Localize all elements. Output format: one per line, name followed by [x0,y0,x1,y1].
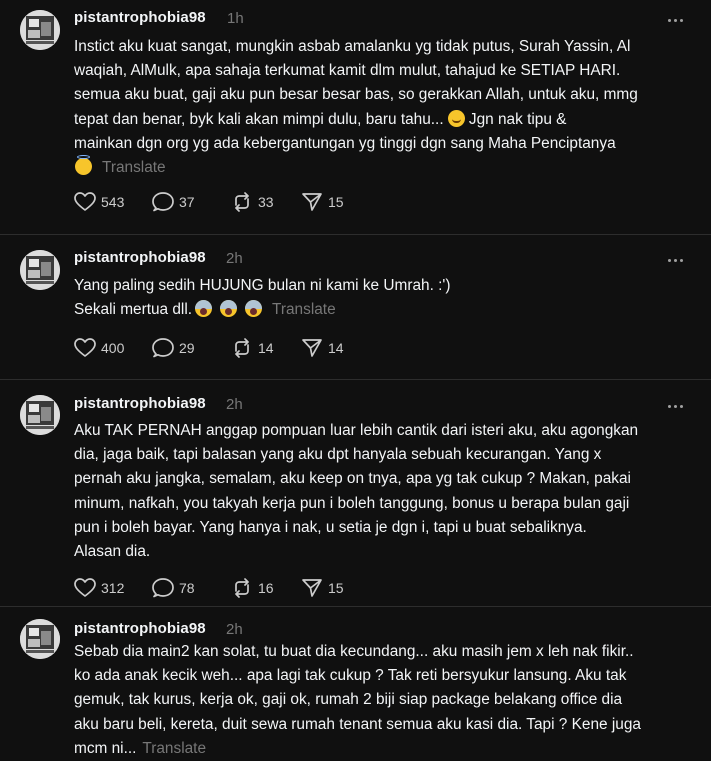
screaming-face-emoji [245,300,263,318]
reply-count: 29 [179,340,195,356]
post-text-line: Aku TAK PERNAH anggap pompuan luar lebih… [74,422,639,439]
username[interactable]: pistantrophobia98 [74,249,206,266]
timestamp: 1h [227,10,244,27]
repost-button[interactable]: 33 [231,192,301,212]
paper-plane-icon [302,193,322,211]
repost-count: 16 [258,580,274,596]
post-text-segment: Jgn nak tipu & [468,110,567,128]
post-text-line: aku baru beli, kereta, duit sewa rumah t… [74,715,641,733]
timestamp: 2h [226,250,243,267]
repost-button[interactable]: 16 [231,578,301,598]
heart-icon [74,578,96,597]
post-text-line: mainkan dgn org yg ada kebergantungan yg… [74,134,616,152]
post-text-line: Yang paling sedih HUJUNG bulan ni kami k… [74,277,451,294]
screaming-face-emoji [195,300,213,318]
translate-link[interactable]: Translate [272,301,336,318]
share-button[interactable]: 15 [301,578,361,598]
paper-plane-icon [302,579,322,597]
reply-button[interactable]: 37 [152,192,231,212]
post-text-segment: Sekali mertua dll. [74,301,193,319]
post-divider [0,606,711,607]
post-body: Instict aku kuat sangat, mungkin asbab a… [74,35,689,180]
paper-plane-icon [302,339,322,357]
post-text-line: Sebab dia main2 kan solat, tu buat dia k… [74,643,634,660]
reply-button[interactable]: 78 [152,578,231,598]
more-options-button[interactable] [660,250,690,270]
repost-arrows-icon [235,338,249,358]
post-text-line: tepat dan benar, byk kali akan mimpi dul… [74,108,689,132]
repost-count: 14 [258,340,274,356]
post-divider [0,379,711,380]
post-text-line: pernah aku jangka, semalam, aku keep on … [74,470,631,488]
post-divider [0,234,711,235]
avatar[interactable] [20,619,60,659]
more-dots-icon [667,18,671,22]
comment-bubble-icon [152,192,174,212]
halo-face-emoji [75,155,92,176]
like-count: 400 [101,340,125,356]
translate-link[interactable]: Translate [142,740,206,757]
post-text-line: dia, jaga baik, tapi balasan yang aku dp… [74,446,602,464]
post-text-line: waqiah, AlMulk, apa sahaja terkumat kami… [74,62,621,80]
screaming-face-emoji [220,300,238,318]
post-text-line: Alasan dia. [74,543,151,561]
more-options-button[interactable] [660,10,690,30]
timestamp: 2h [226,621,243,638]
post-text-segment: mcm ni... [74,739,137,757]
share-count: 14 [328,340,344,356]
heart-icon [74,338,96,357]
reply-button[interactable]: 29 [152,338,231,358]
post-body: Yang paling sedih HUJUNG bulan ni kami k… [74,274,689,322]
post-body: Sebab dia main2 kan solat, tu buat dia k… [74,640,689,761]
avatar[interactable] [20,250,60,290]
post-actions: 400 29 14 14 [74,337,361,359]
comment-bubble-icon [152,578,174,598]
username[interactable]: pistantrophobia98 [74,620,206,637]
post-text-line: ko ada anak kecik weh... apa lagi tak cu… [74,667,627,685]
more-dots-icon [667,258,671,262]
like-button[interactable]: 543 [74,192,152,212]
avatar[interactable] [20,10,60,50]
reply-count: 37 [179,194,195,210]
share-button[interactable]: 15 [301,192,361,212]
repost-arrows-icon [235,192,249,212]
post-text-line: Sekali mertua dll. Translate [74,298,689,322]
post-text-line: Translate [74,155,689,180]
repost-count: 33 [258,194,274,210]
comment-bubble-icon [152,338,174,358]
post-text-line: pun i boleh bayar. Yang hanya i nak, u s… [74,518,587,536]
post-text-line: semua aku buat, gaji aku pun besar besar… [74,86,638,104]
more-options-button[interactable] [660,396,690,416]
reply-count: 78 [179,580,195,596]
share-count: 15 [328,194,344,210]
like-button[interactable]: 400 [74,338,152,358]
heart-icon [74,192,96,211]
smiling-face-emoji [447,109,465,127]
username[interactable]: pistantrophobia98 [74,395,206,412]
like-count: 543 [101,194,125,210]
post-text-line: mcm ni... Translate [74,737,689,761]
username[interactable]: pistantrophobia98 [74,9,206,26]
post-body: Aku TAK PERNAH anggap pompuan luar lebih… [74,419,689,564]
more-dots-icon [667,404,671,408]
post-text-segment: tepat dan benar, byk kali akan mimpi dul… [74,110,444,128]
share-count: 15 [328,580,344,596]
avatar[interactable] [20,395,60,435]
like-button[interactable]: 312 [74,578,152,598]
repost-arrows-icon [235,578,249,598]
post-text-line: gemuk, tak kurus, kerja ok, gaji ok, rum… [74,691,623,709]
post-actions: 312 78 16 15 [74,577,361,599]
timestamp: 2h [226,396,243,413]
post-text-line: Instict aku kuat sangat, mungkin asbab a… [74,38,631,55]
translate-link[interactable]: Translate [102,159,166,176]
repost-button[interactable]: 14 [231,338,301,358]
post-text-line: minum, nafkah, you takyah kerja pun i bo… [74,494,630,512]
post-actions: 543 37 33 15 [74,191,361,213]
like-count: 312 [101,580,125,596]
share-button[interactable]: 14 [301,338,361,358]
